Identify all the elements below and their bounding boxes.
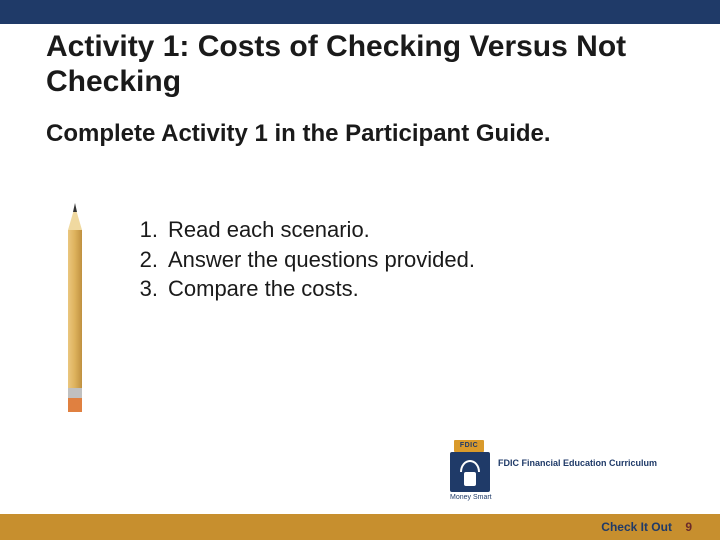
logo-badge: FDIC: [454, 440, 484, 452]
footer: Check It Out 9: [601, 514, 692, 540]
step-number: 3.: [130, 274, 158, 304]
pencil-icon: [60, 200, 90, 420]
step-number: 2.: [130, 245, 158, 275]
step-item: 1. Read each scenario.: [130, 215, 475, 245]
step-number: 1.: [130, 215, 158, 245]
step-item: 3. Compare the costs.: [130, 274, 475, 304]
slide: Activity 1: Costs of Checking Versus Not…: [0, 0, 720, 540]
slide-title: Activity 1: Costs of Checking Versus Not…: [46, 30, 680, 99]
steps-list: 1. Read each scenario. 2. Answer the que…: [130, 215, 475, 304]
page-number: 9: [685, 520, 692, 534]
logo-text: FDIC Financial Education Curriculum: [498, 458, 657, 468]
step-item: 2. Answer the questions provided.: [130, 245, 475, 275]
footer-label: Check It Out: [601, 520, 672, 534]
bottom-bar: Check It Out 9: [0, 514, 720, 540]
step-text: Answer the questions provided.: [168, 245, 475, 275]
slide-subtitle: Complete Activity 1 in the Participant G…: [46, 120, 680, 148]
logo-caption: Money Smart: [450, 494, 492, 501]
top-bar: [0, 0, 720, 24]
step-text: Compare the costs.: [168, 274, 359, 304]
step-text: Read each scenario.: [168, 215, 370, 245]
fdic-logo: FDIC FDIC Financial Education Curriculum…: [450, 444, 670, 492]
money-smart-icon: [450, 452, 490, 492]
